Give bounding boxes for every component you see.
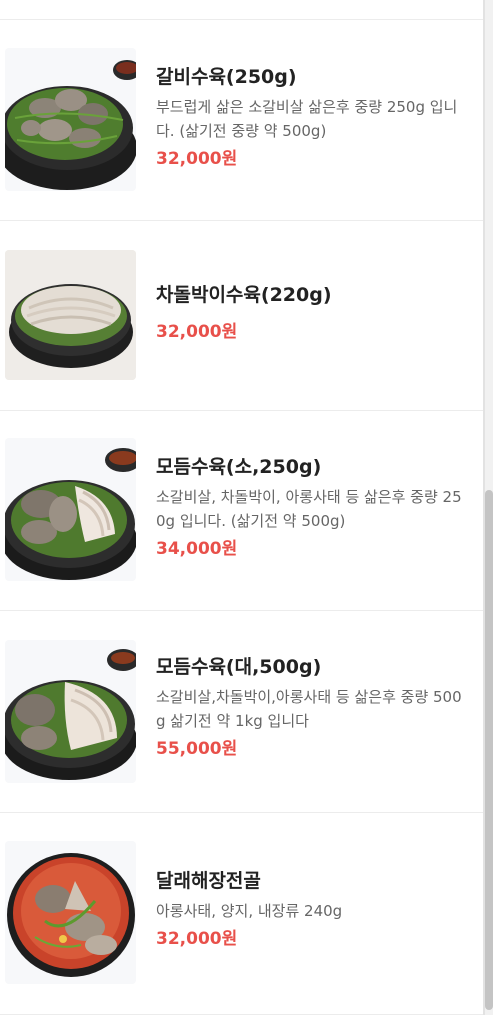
item-info: 달래해장전골 아롱사태, 양지, 내장류 240g 32,000원	[156, 868, 466, 951]
item-name: 모듬수육(소,250g)	[156, 456, 322, 478]
menu-item-modeum-small[interactable]: 모듬수육(소,250g) 소갈비살, 차돌박이, 아롱사태 등 삶은후 중량 2…	[0, 411, 483, 611]
item-price: 32,000원	[156, 149, 238, 169]
item-description: 아롱사태, 양지, 내장류 240g	[156, 902, 343, 920]
item-price: 55,000원	[156, 739, 238, 759]
item-info: 모듬수육(소,250g) 소갈비살, 차돌박이, 아롱사태 등 삶은후 중량 2…	[156, 454, 466, 561]
item-name: 모듬수육(대,500g)	[156, 656, 322, 678]
chadol-suyuk-photo	[5, 250, 136, 380]
menu-item-chadol-suyuk[interactable]: 차돌박이수육(220g) 32,000원	[0, 221, 483, 411]
item-name: 달래해장전골	[156, 870, 261, 892]
item-price: 32,000원	[156, 322, 238, 342]
menu-list: 갈비수육(250g) 부드럽게 삶은 소갈비살 삶은후 중량 250g 입니다.…	[0, 0, 483, 1015]
galbi-suyuk-photo	[5, 48, 136, 191]
menu-item-modeum-large[interactable]: 모듬수육(대,500g) 소갈비살,차돌박이,아롱사태 등 삶은후 중량 500…	[0, 611, 483, 813]
item-description: 부드럽게 삶은 소갈비살 삶은후 중량 250g 입니다. (삶기전 중량 약 …	[156, 98, 458, 140]
item-info: 갈비수육(250g) 부드럽게 삶은 소갈비살 삶은후 중량 250g 입니다.…	[156, 64, 466, 171]
item-price: 34,000원	[156, 539, 238, 559]
item-name: 차돌박이수육(220g)	[156, 284, 332, 306]
menu-item-galbi-suyuk[interactable]: 갈비수육(250g) 부드럽게 삶은 소갈비살 삶은후 중량 250g 입니다.…	[0, 20, 483, 221]
modeum-suyuk-large-photo	[5, 640, 136, 783]
scrollbar-thumb[interactable]	[485, 490, 493, 1010]
item-name: 갈비수육(250g)	[156, 66, 297, 88]
modeum-suyuk-small-photo	[5, 438, 136, 581]
menu-page: 갈비수육(250g) 부드럽게 삶은 소갈비살 삶은후 중량 250g 입니다.…	[0, 0, 493, 1015]
item-description: 소갈비살,차돌박이,아롱사태 등 삶은후 중량 500g 삶기전 약 1kg 입…	[156, 688, 462, 730]
haejang-jeongol-photo	[5, 841, 136, 984]
menu-item-haejang-jeongol[interactable]: 달래해장전골 아롱사태, 양지, 내장류 240g 32,000원	[0, 813, 483, 1015]
item-description: 소갈비살, 차돌박이, 아롱사태 등 삶은후 중량 250g 입니다. (삶기전…	[156, 488, 462, 530]
item-info: 차돌박이수육(220g) 32,000원	[156, 282, 466, 344]
item-price: 32,000원	[156, 929, 238, 949]
item-info: 모듬수육(대,500g) 소갈비살,차돌박이,아롱사태 등 삶은후 중량 500…	[156, 654, 466, 761]
